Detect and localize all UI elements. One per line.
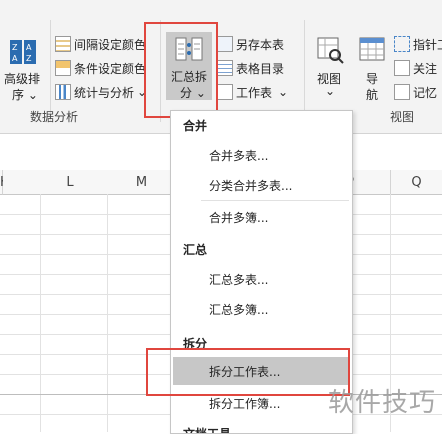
menu-separator — [201, 200, 349, 201]
memo-button[interactable]: 记忆 — [394, 82, 437, 102]
pointer-tool-button[interactable]: 指针工 — [394, 34, 442, 54]
advanced-sort-label-2: 序 ⌄ — [12, 88, 38, 102]
pointer-tool-label: 指针工 — [413, 37, 442, 52]
chevron-down-icon: ⌄ — [278, 85, 289, 99]
group-label-data-analysis: 数据分析 — [30, 110, 79, 124]
stats-analysis-label: 统计与分析 — [74, 85, 135, 100]
sort-az-icon: Z A A Z — [10, 40, 36, 64]
menu-item-merge-sheets[interactable]: 合并多表... — [173, 141, 349, 169]
nav-button[interactable]: 导 航 — [356, 36, 388, 102]
memo-icon — [394, 84, 410, 100]
chevron-down-icon: ⌄ — [325, 84, 336, 98]
svg-text:Z: Z — [12, 43, 18, 52]
grid-col-line — [40, 194, 41, 432]
sheet-directory-label: 表格目录 — [236, 61, 285, 76]
separator — [304, 20, 305, 122]
worksheet-icon — [217, 84, 233, 100]
column-header[interactable]: Q — [391, 170, 442, 195]
svg-text:A: A — [12, 54, 18, 63]
stats-icon — [55, 84, 71, 100]
save-as-sheet-button[interactable]: 另存本表 — [217, 34, 284, 54]
conditional-color-icon — [55, 60, 71, 76]
follow-label: 关注 — [413, 61, 438, 76]
worksheet-label: 工作表 — [236, 85, 273, 100]
worksheet-button[interactable]: 工作表 ⌄ — [217, 82, 288, 102]
directory-icon — [217, 60, 233, 76]
stats-analysis-button[interactable]: 统计与分析 ⌄ — [55, 82, 147, 102]
view-button[interactable]: 视图 ⌄ — [312, 36, 348, 100]
menu-item-summary-workbooks[interactable]: 汇总多簿... — [173, 295, 349, 323]
column-header[interactable]: M — [108, 170, 176, 195]
separator — [50, 20, 51, 122]
menu-section-doc-tools: 文档工具 — [183, 427, 232, 434]
svg-text:Z: Z — [26, 54, 32, 63]
save-as-sheet-label: 另存本表 — [236, 37, 285, 52]
memo-label: 记忆 — [413, 85, 438, 100]
interval-color-icon — [55, 36, 71, 52]
grid-col-line — [107, 194, 108, 432]
conditional-color-label: 条件设定颜色 — [74, 61, 147, 76]
advanced-sort-label-1: 高级排 — [4, 72, 41, 86]
nav-grid-icon — [359, 37, 385, 61]
follow-button[interactable]: 关注 — [394, 58, 437, 78]
highlight-box-menu-item — [146, 348, 350, 396]
group-label-view: 视图 — [390, 110, 415, 124]
highlight-box-ribbon — [144, 22, 218, 118]
view-magnifier-icon — [317, 37, 344, 64]
sheet-directory-button[interactable]: 表格目录 — [217, 58, 284, 78]
menu-section-merge: 合并 — [183, 119, 208, 133]
menu-section-summary: 汇总 — [183, 243, 208, 257]
svg-text:A: A — [26, 43, 32, 52]
menu-item-merge-workbooks[interactable]: 合并多簿... — [173, 203, 349, 231]
menu-item-category-merge-sheets[interactable]: 分类合并多表... — [173, 171, 349, 199]
interval-color-button[interactable]: 间隔设定颜色 — [55, 34, 146, 54]
watermark-text: 软件技巧 — [327, 388, 436, 418]
advanced-sort-button[interactable]: Z A A Z 高级排 序 ⌄ — [2, 38, 44, 102]
save-sheet-icon — [217, 36, 233, 52]
interval-color-label: 间隔设定颜色 — [74, 37, 147, 52]
follow-icon — [394, 60, 410, 76]
nav-label-1: 导 — [366, 72, 379, 86]
pointer-icon — [394, 36, 410, 52]
conditional-color-button[interactable]: 条件设定颜色 — [55, 58, 146, 78]
menu-item-summary-sheets[interactable]: 汇总多表... — [173, 265, 349, 293]
nav-label-2: 航 — [366, 88, 379, 102]
